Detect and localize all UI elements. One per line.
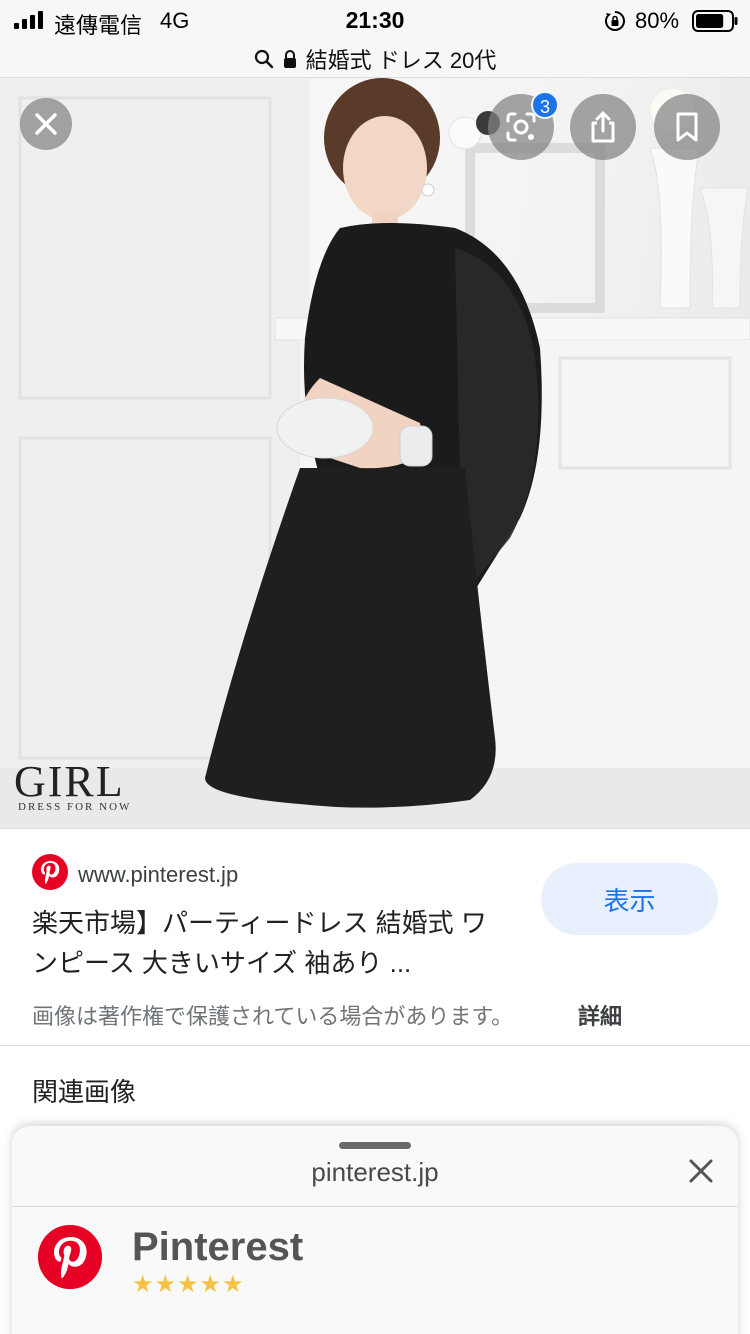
lens-icon — [506, 112, 536, 142]
app-name: Pinterest — [132, 1225, 304, 1269]
address-bar[interactable]: 結婚式 ドレス 20代 — [0, 40, 750, 78]
close-icon[interactable] — [688, 1158, 714, 1184]
visit-button[interactable]: 表示 — [541, 863, 718, 935]
image-viewer[interactable]: 3 GIRL DRESS FOR NOW — [0, 78, 750, 828]
share-button[interactable] — [570, 94, 636, 160]
divider — [12, 1206, 738, 1207]
image-info-panel: www.pinterest.jp 楽天市場】パーティードレス 結婚式 ワンピース… — [0, 828, 750, 1046]
product-photo — [0, 78, 750, 828]
related-images-heading: 関連画像 — [32, 1077, 137, 1107]
share-icon — [591, 111, 615, 143]
image-title[interactable]: 楽天市場】パーティードレス 結婚式 ワンピース 大きいサイズ 袖あり ... — [32, 903, 512, 983]
sheet-drag-handle[interactable] — [339, 1142, 411, 1149]
rotation-lock-icon — [605, 11, 625, 31]
copyright-notice: 画像は著作権で保護されている場合があります。 — [32, 1004, 514, 1029]
pinterest-logo-icon[interactable] — [32, 854, 68, 890]
source-domain[interactable]: www.pinterest.jp — [78, 862, 238, 888]
pinterest-app-icon[interactable] — [38, 1225, 102, 1289]
lock-icon — [283, 49, 296, 68]
app-banner-sheet[interactable]: pinterest.jp Pinterest ★★★★★ — [12, 1126, 738, 1334]
battery-percent: 80% — [635, 8, 680, 33]
lens-result-count-badge: 3 — [531, 91, 559, 119]
save-button[interactable] — [654, 94, 720, 160]
status-bar: 遠傳電信 4G 21:30 80% — [0, 0, 750, 40]
search-icon — [254, 49, 273, 68]
search-query: 結婚式 ドレス 20代 — [305, 47, 497, 73]
sheet-domain: pinterest.jp — [311, 1157, 439, 1187]
rating-stars: ★★★★★ — [132, 1271, 245, 1298]
watermark-logo: GIRL — [14, 757, 125, 806]
close-button[interactable] — [20, 98, 72, 150]
details-link[interactable]: 詳細 — [578, 999, 622, 1031]
close-icon — [35, 113, 57, 135]
battery-icon — [692, 10, 738, 32]
bookmark-icon — [676, 112, 698, 142]
watermark-tagline: DRESS FOR NOW — [18, 801, 132, 813]
